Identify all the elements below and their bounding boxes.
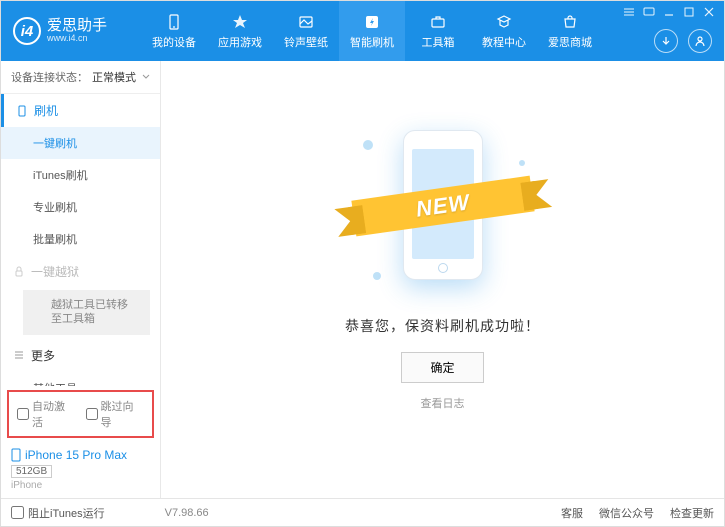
close-icon[interactable] <box>702 5 716 19</box>
sidebar: 设备连接状态： 正常模式 刷机 一键刷机 iTunes刷机 专业刷机 批量刷机 … <box>1 61 161 499</box>
view-log-link[interactable]: 查看日志 <box>421 395 465 411</box>
device-storage: 512GB <box>11 465 52 478</box>
toolbox-icon <box>429 13 447 31</box>
logo-icon: i4 <box>13 17 41 45</box>
checkbox-block-itunes[interactable]: 阻止iTunes运行 <box>11 505 105 521</box>
chevron-down-icon[interactable] <box>142 73 150 81</box>
nav-my-device[interactable]: 我的设备 <box>141 1 207 61</box>
submenu-one-key-flash[interactable]: 一键刷机 <box>1 127 160 159</box>
footer-link-support[interactable]: 客服 <box>561 505 583 521</box>
maximize-icon[interactable] <box>682 5 696 19</box>
success-message: 恭喜您，保资料刷机成功啦！ <box>345 316 540 336</box>
footer-link-wechat[interactable]: 微信公众号 <box>599 505 654 521</box>
window-controls <box>622 5 716 19</box>
app-header: i4 爱思助手 www.i4.cn 我的设备 应用游戏 铃声壁纸 智能刷机 工具… <box>1 1 724 61</box>
footer-link-update[interactable]: 检查更新 <box>670 505 714 521</box>
submenu-itunes-flash[interactable]: iTunes刷机 <box>1 159 160 191</box>
submenu-batch-flash[interactable]: 批量刷机 <box>1 223 160 255</box>
jailbreak-notice: 越狱工具已转移至工具箱 <box>23 290 150 335</box>
confirm-button[interactable]: 确定 <box>401 352 483 383</box>
menu-icon[interactable] <box>622 5 636 19</box>
device-info: iPhone 15 Pro Max 512GB iPhone <box>1 442 160 499</box>
checkbox-skip-guide[interactable]: 跳过向导 <box>86 398 145 430</box>
device-type: iPhone <box>11 480 150 491</box>
lock-icon <box>13 266 25 278</box>
brand-subtitle: www.i4.cn <box>47 34 107 44</box>
user-button[interactable] <box>688 29 712 53</box>
tutorial-icon <box>495 13 513 31</box>
version-label: V7.98.66 <box>165 507 209 519</box>
main-nav: 我的设备 应用游戏 铃声壁纸 智能刷机 工具箱 教程中心 爱思商城 <box>141 1 603 61</box>
logo-area: i4 爱思助手 www.i4.cn <box>1 17 141 45</box>
app-icon <box>231 13 249 31</box>
brand-title: 爱思助手 <box>47 18 107 35</box>
nav-toolbox[interactable]: 工具箱 <box>405 1 471 61</box>
store-icon <box>561 13 579 31</box>
minimize-icon[interactable] <box>662 5 676 19</box>
status-bar: 阻止iTunes运行 V7.98.66 客服 微信公众号 检查更新 <box>1 498 724 526</box>
success-illustration: NEW <box>343 120 543 300</box>
list-icon <box>13 349 25 361</box>
nav-ringtone-wallpaper[interactable]: 铃声壁纸 <box>273 1 339 61</box>
phone-icon <box>16 105 28 117</box>
menu-group-jailbreak[interactable]: 一键越狱 <box>1 255 160 288</box>
nav-apps-games[interactable]: 应用游戏 <box>207 1 273 61</box>
submenu-pro-flash[interactable]: 专业刷机 <box>1 191 160 223</box>
wallpaper-icon <box>297 13 315 31</box>
flash-icon <box>363 13 381 31</box>
device-icon <box>11 448 21 462</box>
options-box: 自动激活 跳过向导 <box>7 390 154 438</box>
nav-store[interactable]: 爱思商城 <box>537 1 603 61</box>
nav-tutorials[interactable]: 教程中心 <box>471 1 537 61</box>
menu-group-flash[interactable]: 刷机 <box>1 94 160 127</box>
device-name[interactable]: iPhone 15 Pro Max <box>11 448 150 462</box>
main-panel: NEW 恭喜您，保资料刷机成功啦！ 确定 查看日志 <box>161 61 724 499</box>
submenu-other-tools[interactable]: 其他工具 <box>1 372 160 386</box>
checkbox-auto-activate[interactable]: 自动激活 <box>17 398 76 430</box>
device-icon <box>165 13 183 31</box>
menu-group-more[interactable]: 更多 <box>1 339 160 372</box>
download-button[interactable] <box>654 29 678 53</box>
feedback-icon[interactable] <box>642 5 656 19</box>
connection-status: 设备连接状态： 正常模式 <box>1 61 160 94</box>
nav-smart-flash[interactable]: 智能刷机 <box>339 1 405 61</box>
